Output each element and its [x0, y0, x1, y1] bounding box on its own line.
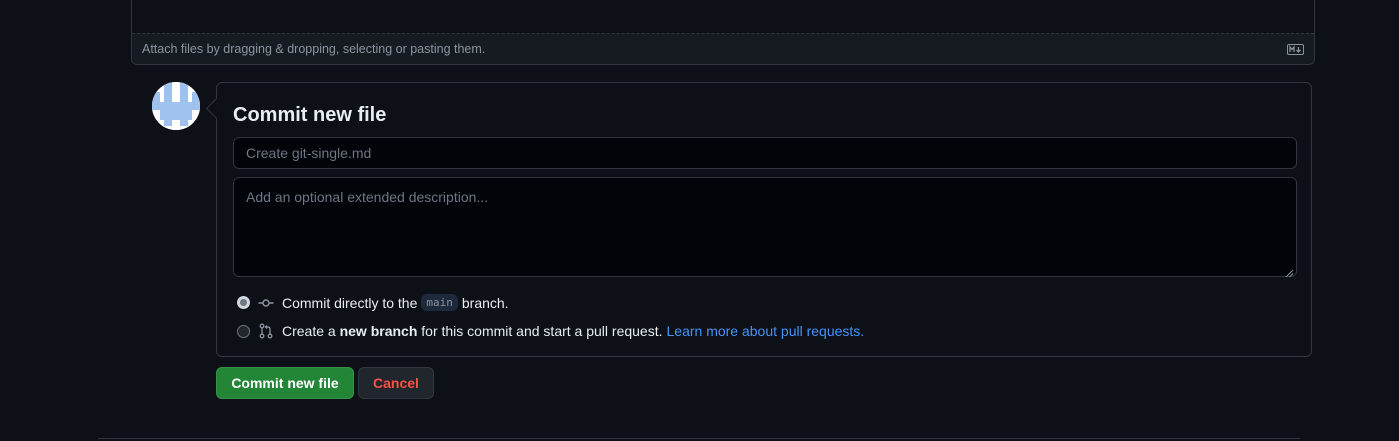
- new-branch-radio[interactable]: [237, 324, 250, 338]
- git-commit-icon: [258, 295, 274, 311]
- commit-direct-prefix: Commit directly to the: [282, 294, 418, 311]
- avatar: [152, 82, 200, 130]
- file-editor[interactable]: Attach files by dragging & dropping, sel…: [131, 0, 1315, 65]
- git-pull-request-icon: [258, 323, 274, 339]
- learn-more-pull-requests-link[interactable]: Learn more about pull requests.: [667, 323, 865, 339]
- new-branch-prefix: Create a: [282, 323, 336, 339]
- commit-description-input[interactable]: [233, 177, 1297, 277]
- commit-direct-option[interactable]: Commit directly to the main branch.: [237, 294, 509, 311]
- new-branch-suffix: for this commit and start a pull request…: [421, 323, 663, 339]
- commit-new-file-button[interactable]: Commit new file: [216, 367, 354, 399]
- commit-page: Attach files by dragging & dropping, sel…: [0, 0, 1399, 441]
- new-branch-bold: new branch: [339, 323, 418, 339]
- new-branch-option[interactable]: Create a new branch for this commit and …: [237, 323, 864, 339]
- attach-files-bar[interactable]: Attach files by dragging & dropping, sel…: [132, 33, 1314, 64]
- commit-summary-input[interactable]: [233, 137, 1297, 169]
- markdown-icon: [1287, 43, 1304, 55]
- commit-direct-radio[interactable]: [237, 296, 250, 309]
- commit-direct-suffix: branch.: [461, 294, 509, 311]
- branch-name: main: [421, 294, 458, 311]
- resize-handle-icon[interactable]: [1285, 265, 1294, 278]
- attach-files-text: Attach files by dragging & dropping, sel…: [142, 42, 486, 56]
- commit-form: Commit new file Commit directly to the m…: [216, 82, 1312, 357]
- cancel-button[interactable]: Cancel: [358, 367, 434, 399]
- footer-divider: [98, 438, 1300, 439]
- commit-title: Commit new file: [233, 104, 387, 126]
